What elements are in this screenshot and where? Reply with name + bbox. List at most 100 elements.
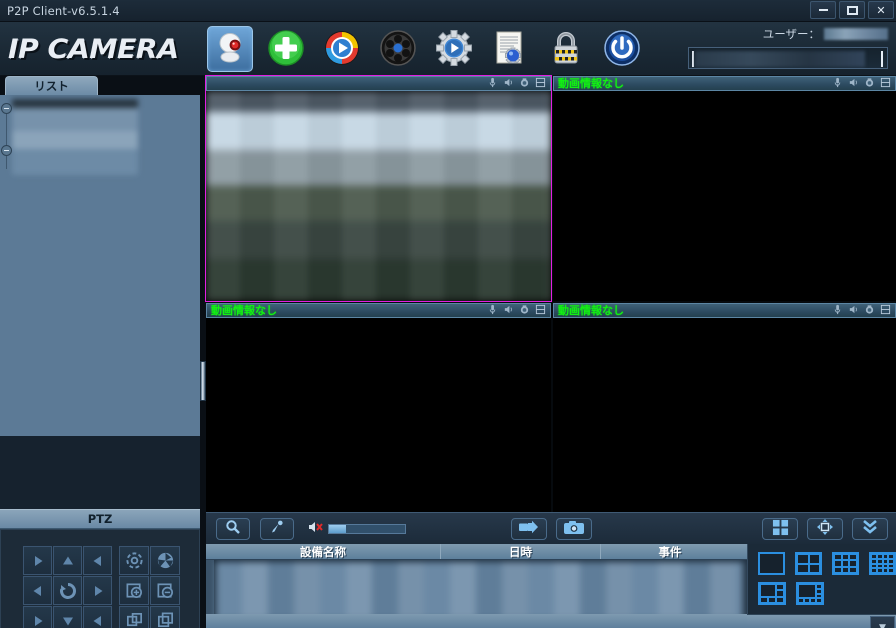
column-header-event[interactable]: 事件 [601, 544, 739, 559]
application-window: P2P Client-v6.5.1.4 ✕ IP CAMERA ユーザー： リス… [0, 0, 896, 628]
snapshot-button[interactable] [556, 517, 592, 540]
ptz-control-icon [816, 518, 834, 539]
video-pane-1-header [206, 76, 551, 91]
record-button[interactable] [511, 517, 547, 540]
snapshot-icon[interactable] [519, 304, 530, 318]
ptz-down-button[interactable] [53, 606, 82, 628]
tab-list[interactable]: リスト [5, 76, 98, 95]
video-pane-1-body[interactable] [206, 91, 551, 301]
video-pane-2-header: 動画情報なし [553, 76, 896, 91]
toolbar-settings-button[interactable] [431, 26, 477, 72]
grid-layout-button[interactable] [762, 517, 798, 540]
toolbar-add-button[interactable] [263, 26, 309, 72]
ptz-left-button[interactable] [23, 576, 52, 605]
layout-panel-scrollbar[interactable]: ▼ [747, 614, 896, 628]
focus-far-button[interactable] [150, 576, 180, 605]
focus-near-button[interactable] [119, 576, 149, 605]
snapshot-icon[interactable] [864, 77, 875, 91]
event-table-hscrollbar[interactable] [206, 614, 747, 628]
toolbar-playback-button[interactable] [319, 26, 365, 72]
volume-control[interactable] [308, 520, 406, 537]
tree-expander-child[interactable] [1, 145, 12, 156]
speaker-muted-icon[interactable] [308, 520, 324, 537]
user-label: ユーザー： [762, 27, 820, 41]
fullscreen-button[interactable] [807, 517, 843, 540]
mic-icon[interactable] [487, 304, 498, 318]
field-caret-right [881, 51, 883, 67]
volume-slider[interactable] [328, 523, 406, 534]
ptz-up-button[interactable] [53, 546, 82, 575]
ptz-section-header[interactable]: PTZ [0, 509, 200, 529]
speaker-icon[interactable] [848, 77, 859, 91]
zoom-tool-button[interactable] [216, 517, 250, 540]
ptz-down-right-button[interactable] [83, 606, 112, 628]
record-reel-icon [378, 28, 418, 71]
zoom-icon [225, 519, 241, 538]
user-input-field[interactable] [688, 47, 888, 69]
toolbar-power-button[interactable] [599, 26, 645, 72]
mic-icon[interactable] [832, 304, 843, 318]
stream-icon[interactable] [535, 304, 546, 318]
video-pane-1-icons [487, 77, 550, 91]
toolbar-record-button[interactable] [375, 26, 421, 72]
expand-button[interactable] [852, 517, 888, 540]
video-pane-4-body[interactable] [553, 318, 896, 512]
minimize-button[interactable] [810, 1, 836, 19]
zoom-out-button[interactable] [150, 606, 180, 628]
speaker-icon[interactable] [848, 304, 859, 318]
sidebar-tabstrip: リスト [0, 76, 200, 95]
close-button[interactable]: ✕ [868, 1, 894, 19]
video-pane-4-icons [832, 304, 895, 318]
layout-option-1x1[interactable] [758, 552, 785, 575]
layout-buttons [762, 517, 888, 540]
column-header-datetime[interactable]: 日時 [441, 544, 601, 559]
app-header: IP CAMERA ユーザー： [0, 22, 896, 76]
layout-option-2x2[interactable] [795, 552, 822, 575]
ptz-up-right-button[interactable] [83, 546, 112, 575]
ptz-panel [0, 529, 200, 628]
column-header-device-name[interactable]: 設備名称 [206, 544, 441, 559]
user-label-row: ユーザー： [688, 26, 888, 42]
zoom-in-button[interactable] [119, 606, 149, 628]
speaker-icon[interactable] [503, 77, 514, 91]
video-pane-2-body[interactable] [553, 91, 896, 301]
event-rows-redacted [216, 562, 743, 620]
video-grid: 動画情報なし 動画情報なし 動画情報なし [205, 75, 896, 512]
video-pane-3-body[interactable] [206, 318, 551, 512]
ptz-right-button[interactable] [83, 576, 112, 605]
iris-close-button[interactable] [150, 546, 180, 575]
talk-button[interactable] [260, 517, 294, 540]
tree-expander-root[interactable] [1, 103, 12, 114]
stream-icon[interactable] [880, 77, 891, 91]
stream-icon[interactable] [880, 304, 891, 318]
title-bar: P2P Client-v6.5.1.4 ✕ [0, 0, 896, 22]
toolbar-device-button[interactable] [207, 26, 253, 72]
speaker-icon[interactable] [503, 304, 514, 318]
ptz-auto-scan-button[interactable] [53, 576, 82, 605]
tree-connector [6, 109, 7, 169]
toolbar-log-button[interactable] [487, 26, 533, 72]
stream-icon[interactable] [535, 77, 546, 91]
layout-option-3x3[interactable] [832, 552, 859, 575]
snapshot-icon[interactable] [519, 77, 530, 91]
layout-option-4x4[interactable] [869, 552, 896, 575]
video-pane-4[interactable]: 動画情報なし [553, 303, 896, 512]
ptz-up-left-button[interactable] [23, 546, 52, 575]
mic-icon[interactable] [487, 77, 498, 91]
video-pane-1[interactable] [205, 75, 552, 302]
layout-option-1plus7[interactable] [796, 582, 824, 605]
playback-icon [322, 28, 362, 71]
video-pane-3[interactable]: 動画情報なし [206, 303, 551, 512]
toolbar-lock-button[interactable] [543, 26, 589, 72]
maximize-button[interactable] [839, 1, 865, 19]
video-pane-2[interactable]: 動画情報なし [553, 76, 896, 301]
snapshot-icon[interactable] [864, 304, 875, 318]
layout-option-1plus5[interactable] [758, 582, 786, 605]
camera-device-icon [213, 31, 247, 68]
user-area: ユーザー： [688, 26, 888, 69]
device-tree[interactable] [0, 95, 200, 436]
scroll-down-arrow[interactable]: ▼ [870, 616, 895, 628]
iris-open-button[interactable] [119, 546, 149, 575]
mic-icon[interactable] [832, 77, 843, 91]
ptz-down-left-button[interactable] [23, 606, 52, 628]
